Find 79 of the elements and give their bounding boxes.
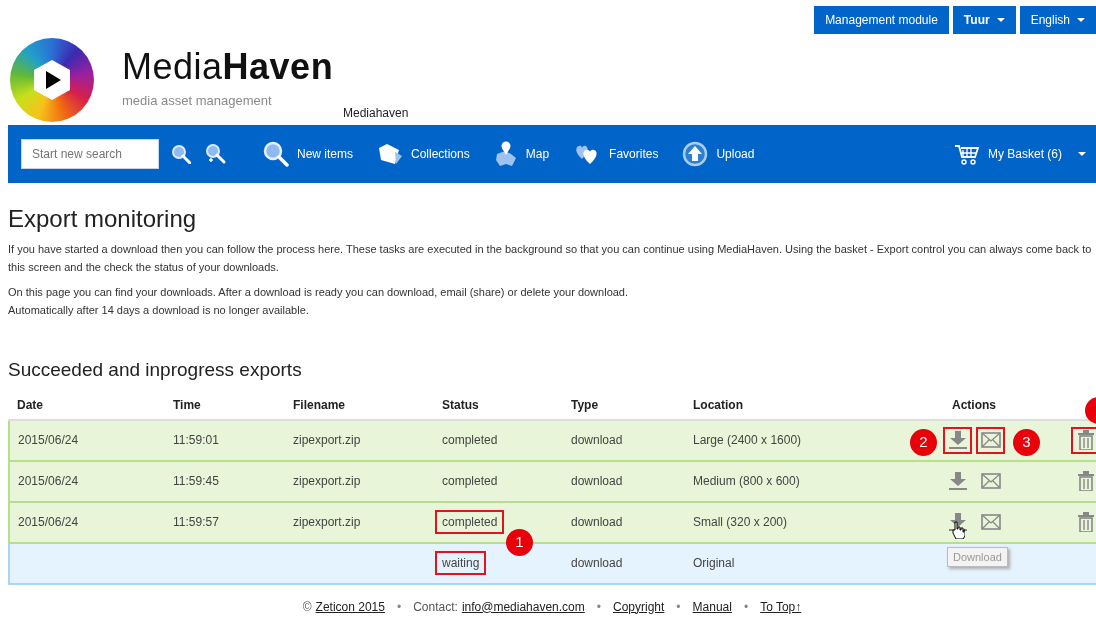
table-cell: download bbox=[571, 556, 623, 571]
table-cell: zipexport.zip bbox=[293, 474, 361, 489]
download-icon bbox=[947, 430, 968, 451]
brand-title: MediaHaven bbox=[122, 49, 334, 86]
search-icon[interactable] bbox=[171, 144, 191, 164]
callout-marker: 1 bbox=[506, 528, 533, 556]
nav-link[interactable]: Collections bbox=[377, 142, 470, 166]
envelope-icon bbox=[980, 514, 1001, 531]
status-cell: completed bbox=[442, 433, 498, 448]
site-label: Mediahaven bbox=[343, 105, 409, 122]
nav-link[interactable]: Upload bbox=[682, 141, 755, 167]
footer-text: © bbox=[302, 598, 312, 615]
column-header: Date bbox=[17, 397, 43, 412]
callout-marker: 2 bbox=[910, 428, 937, 456]
tooltip: Download bbox=[947, 546, 1008, 568]
folder-icon bbox=[377, 142, 403, 166]
table-cell: 11:59:01 bbox=[173, 433, 219, 448]
cart-icon bbox=[954, 143, 980, 165]
dropdown-button[interactable]: English bbox=[1019, 6, 1096, 34]
paragraph: On this page you can find your downloads. After a download is ready you can download, email (share) or delete your download. bbox=[8, 284, 630, 300]
trash-icon bbox=[1076, 512, 1095, 533]
nav-link[interactable]: New items bbox=[263, 141, 353, 167]
paragraph: If you have started a download then you can follow the process here. These tasks are executed in the background so that you can continue using MediaHaven. Using the basket - Export control you can always come back to this screen and the check the status of your downloads. bbox=[8, 241, 1093, 275]
bullet-separator: • bbox=[743, 598, 749, 615]
column-header: Status bbox=[442, 397, 479, 412]
paragraph: Automatically after 14 days a download is no longer available. bbox=[8, 302, 310, 318]
magnifier-icon bbox=[263, 141, 289, 167]
table-cell: 2015/06/24 bbox=[18, 515, 79, 530]
column-header: Filename bbox=[293, 397, 346, 412]
page-title: Export monitoring bbox=[8, 205, 198, 234]
column-header: Actions bbox=[952, 397, 996, 412]
footer-link[interactable]: Manual bbox=[692, 598, 732, 615]
table-cell: zipexport.zip bbox=[293, 433, 361, 448]
nav-link[interactable]: Map bbox=[493, 140, 550, 168]
module-button[interactable]: Management module bbox=[814, 6, 949, 34]
column-header: Time bbox=[173, 397, 201, 412]
column-header: Location bbox=[693, 397, 743, 412]
table-cell: zipexport.zip bbox=[293, 515, 361, 530]
basket-link[interactable]: My Basket (6) bbox=[954, 143, 1086, 165]
footer-link[interactable]: Zeticon 2015 bbox=[315, 598, 385, 615]
table-cell: Medium (800 x 600) bbox=[693, 474, 800, 489]
table-cell: download bbox=[571, 433, 623, 448]
table-cell: 11:59:57 bbox=[173, 515, 219, 530]
dropdown-button[interactable]: Tuur bbox=[952, 6, 1016, 34]
footer-link[interactable]: Copyright bbox=[613, 598, 665, 615]
table-cell: download bbox=[571, 515, 623, 530]
email-button[interactable] bbox=[976, 426, 1005, 454]
bullet-separator: • bbox=[676, 598, 681, 615]
trash-icon bbox=[1076, 471, 1095, 492]
search-field[interactable]: Start new search bbox=[21, 139, 159, 169]
status-cell: completed bbox=[442, 474, 498, 489]
bullet-separator: • bbox=[396, 598, 402, 615]
advanced-search-icon[interactable] bbox=[205, 143, 227, 165]
delete-button[interactable] bbox=[1071, 426, 1096, 454]
status-cell: completed bbox=[435, 510, 505, 535]
table-cell: Original bbox=[693, 556, 735, 571]
table-cell: Large (2400 x 1600) bbox=[693, 433, 802, 448]
download-button[interactable] bbox=[943, 426, 972, 454]
envelope-icon bbox=[980, 473, 1001, 490]
footer-link[interactable]: info@mediahaven.com bbox=[461, 598, 585, 615]
map-pin-icon bbox=[493, 140, 518, 168]
column-header: Type bbox=[571, 397, 599, 412]
section-title: Succeeded and inprogress exports bbox=[8, 358, 303, 382]
bullet-separator: • bbox=[596, 598, 601, 615]
callout-marker: 3 bbox=[1013, 428, 1040, 456]
table-cell: Small (320 x 200) bbox=[693, 515, 788, 530]
table-cell: 2015/06/24 bbox=[18, 433, 79, 448]
footer-text: Contact: bbox=[413, 598, 458, 615]
table-cell: 11:59:45 bbox=[173, 474, 219, 489]
footer-link[interactable]: To Top↑ bbox=[760, 598, 802, 615]
table-cell: download bbox=[571, 474, 623, 489]
status-cell: waiting bbox=[435, 551, 487, 576]
nav-link[interactable]: Favorites bbox=[573, 143, 659, 165]
trash-icon bbox=[1076, 430, 1095, 451]
brand-tagline: media asset management bbox=[122, 92, 273, 111]
envelope-icon bbox=[980, 432, 1001, 449]
table-cell: 2015/06/24 bbox=[18, 474, 79, 489]
download-icon bbox=[947, 471, 968, 492]
upload-icon bbox=[682, 141, 709, 167]
